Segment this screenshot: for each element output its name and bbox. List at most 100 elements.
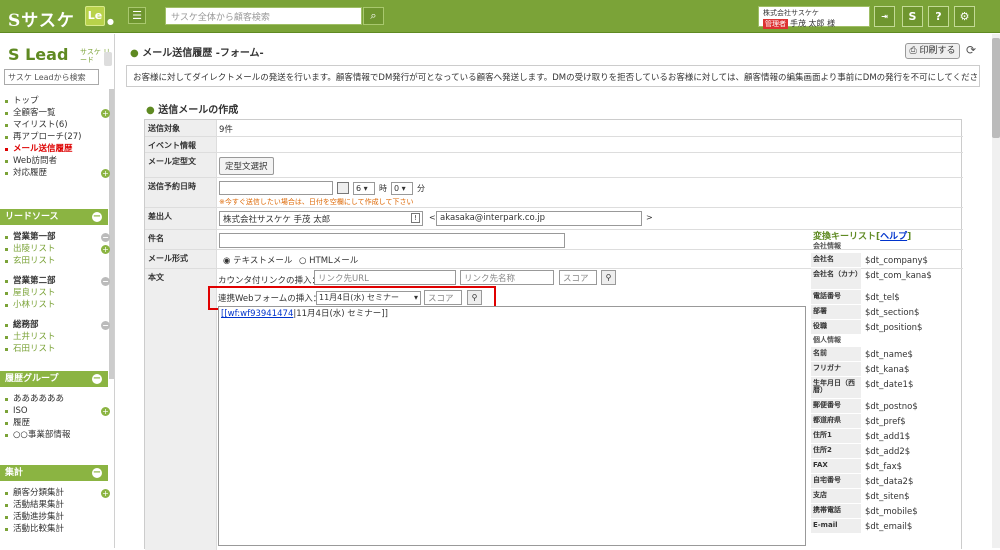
- collapse-icon[interactable]: −: [92, 468, 102, 478]
- nav-item-mail-history[interactable]: メール送信履歴: [4, 143, 104, 155]
- lead-list-item[interactable]: 玄田リスト: [4, 255, 104, 267]
- lead-list-item[interactable]: 出陵リスト +: [4, 243, 110, 255]
- key-row[interactable]: 都道府県 $dt_pref$: [811, 414, 959, 429]
- lead-list-item[interactable]: 小林リスト: [4, 299, 104, 311]
- key-row[interactable]: 住所2 $dt_add2$: [811, 444, 959, 459]
- nav-item-all-customers[interactable]: 全顧客一覧 +: [4, 107, 110, 119]
- key-row[interactable]: 会社名（カナ） $dt_com_kana$: [811, 268, 959, 290]
- lead-badge[interactable]: Le: [85, 6, 105, 26]
- add-icon[interactable]: +: [101, 407, 110, 416]
- search-icon[interactable]: ⌕: [363, 7, 384, 25]
- collapse-icon[interactable]: −: [101, 233, 110, 242]
- key-row[interactable]: 部署 $dt_section$: [811, 305, 959, 320]
- key-label: 名前: [811, 347, 861, 361]
- insert-link-icon[interactable]: ⚲: [601, 270, 616, 285]
- sidebar-collapse-handle[interactable]: [104, 52, 112, 66]
- key-row[interactable]: 生年月日（西暦） $dt_date1$: [811, 377, 959, 399]
- logout-button[interactable]: ⇥: [874, 6, 895, 27]
- history-item[interactable]: ああああああ: [4, 393, 104, 405]
- history-item[interactable]: ○○事業部情報: [4, 429, 104, 441]
- key-label: 会社名（カナ）: [811, 268, 862, 289]
- sidebar-search-input[interactable]: サスケ Leadから検索: [4, 69, 99, 85]
- body-textarea[interactable]: [218, 306, 806, 546]
- history-item[interactable]: 履歴: [4, 417, 104, 429]
- schedule-date-input[interactable]: [219, 181, 333, 195]
- format-html-radio[interactable]: ○ HTMLメール: [299, 254, 358, 266]
- collapse-icon[interactable]: −: [101, 277, 110, 286]
- lead-group[interactable]: 営業第二部 −: [4, 275, 110, 287]
- link-url-input[interactable]: リンク先URL: [314, 270, 456, 285]
- key-value: $dt_fax$: [865, 462, 903, 472]
- section-title: 集計: [5, 468, 24, 478]
- key-row[interactable]: 携帯電話 $dt_mobile$: [811, 504, 959, 519]
- key-row[interactable]: 郵便番号 $dt_postno$: [811, 399, 959, 414]
- add-icon[interactable]: +: [101, 245, 110, 254]
- settings-gear-icon[interactable]: ⚙: [954, 6, 975, 27]
- summary-item[interactable]: 活動進捗集計: [4, 511, 104, 523]
- scrollbar-thumb[interactable]: [992, 38, 1000, 138]
- nav-item-web-visitors[interactable]: Web訪問者: [4, 155, 104, 167]
- collapse-icon[interactable]: −: [92, 374, 102, 384]
- key-row[interactable]: 支店 $dt_siten$: [811, 489, 959, 504]
- sender-email-input[interactable]: akasaka@interpark.co.jp: [436, 211, 642, 226]
- lead-source-list: 営業第一部 − 出陵リスト + 玄田リスト 営業第二部 − 屋良リスト 小林リスト 総…: [4, 231, 110, 355]
- key-row[interactable]: E-mail $dt_email$: [811, 519, 959, 534]
- print-button[interactable]: ⎙ 印刷する: [905, 43, 960, 59]
- app-switch-icon[interactable]: S: [902, 6, 923, 27]
- key-panel-title: 変換キーリスト[ヘルプ]: [813, 232, 912, 242]
- nav-item-mylist[interactable]: マイリスト(6): [4, 119, 104, 131]
- page-scrollbar[interactable]: [992, 34, 1000, 548]
- minute-select[interactable]: 0 ▾: [391, 182, 413, 195]
- add-icon[interactable]: +: [101, 489, 110, 498]
- radio-label: テキストメール: [233, 256, 293, 266]
- lead-list-item[interactable]: 屋良リスト: [4, 287, 104, 299]
- link-name-input[interactable]: リンク先名称: [460, 270, 554, 285]
- add-icon[interactable]: +: [101, 109, 110, 118]
- summary-item[interactable]: 活動結果集計: [4, 499, 104, 511]
- hour-select[interactable]: 6 ▾: [353, 182, 375, 195]
- collapse-icon[interactable]: −: [92, 212, 102, 222]
- section-title: ● 送信メールの作成: [146, 101, 238, 116]
- lead-group[interactable]: 総務部 −: [4, 319, 110, 331]
- history-item[interactable]: ISO +: [4, 405, 110, 417]
- template-select-button[interactable]: 定型文選択: [219, 157, 274, 175]
- key-label: 携帯電話: [811, 504, 861, 518]
- menu-icon[interactable]: ☰: [128, 7, 146, 24]
- app-logo[interactable]: Sサスケ: [8, 6, 75, 31]
- sidebar-logo[interactable]: S Lead: [8, 45, 68, 64]
- summary-item[interactable]: 顧客分類集計 +: [4, 487, 110, 499]
- add-icon[interactable]: +: [101, 169, 110, 178]
- lead-list-item[interactable]: 土井リスト: [4, 331, 104, 343]
- lead-list-item[interactable]: 石田リスト: [4, 343, 104, 355]
- key-row[interactable]: FAX $dt_fax$: [811, 459, 959, 474]
- subject-input[interactable]: [219, 233, 565, 248]
- nav-item-top[interactable]: トップ: [4, 95, 104, 107]
- key-row[interactable]: 名前 $dt_name$: [811, 347, 959, 362]
- help-icon[interactable]: ?: [928, 6, 949, 27]
- key-row[interactable]: 自宅番号 $dt_data2$: [811, 474, 959, 489]
- lead-group[interactable]: 営業第一部 −: [4, 231, 110, 243]
- nav-item-activity[interactable]: 対応履歴 +: [4, 167, 110, 179]
- key-label: 生年月日（西暦）: [811, 377, 861, 398]
- help-link[interactable]: ヘルプ: [880, 232, 907, 242]
- key-category: 個人情報: [813, 336, 841, 344]
- format-text-radio[interactable]: ◉ テキストメール: [223, 254, 292, 266]
- nav-item-reapproach[interactable]: 再アプローチ(27): [4, 131, 104, 143]
- history-group-header[interactable]: 履歴グループ −: [0, 371, 108, 387]
- calendar-icon[interactable]: [337, 182, 349, 194]
- lead-source-header[interactable]: リードソース −: [0, 209, 108, 225]
- refresh-icon[interactable]: ⟳: [966, 43, 976, 57]
- summary-header[interactable]: 集計 −: [0, 465, 108, 481]
- key-row[interactable]: 住所1 $dt_add1$: [811, 429, 959, 444]
- global-search-input[interactable]: サスケ全体から顧客検索: [165, 7, 362, 25]
- sender-name-input[interactable]: 株式会社サスケケ 手茂 太郎: [219, 211, 423, 226]
- key-row[interactable]: 電話番号 $dt_tel$: [811, 290, 959, 305]
- key-row[interactable]: 役職 $dt_position$: [811, 320, 959, 335]
- link-score-input[interactable]: スコア: [559, 270, 597, 285]
- sidebar-scrollbar[interactable]: [109, 89, 114, 379]
- address-book-icon[interactable]: !: [411, 213, 420, 223]
- key-row[interactable]: 会社名 $dt_company$: [811, 253, 959, 268]
- key-row[interactable]: フリガナ $dt_kana$: [811, 362, 959, 377]
- summary-item[interactable]: 活動比較集計: [4, 523, 104, 535]
- collapse-icon[interactable]: −: [101, 321, 110, 330]
